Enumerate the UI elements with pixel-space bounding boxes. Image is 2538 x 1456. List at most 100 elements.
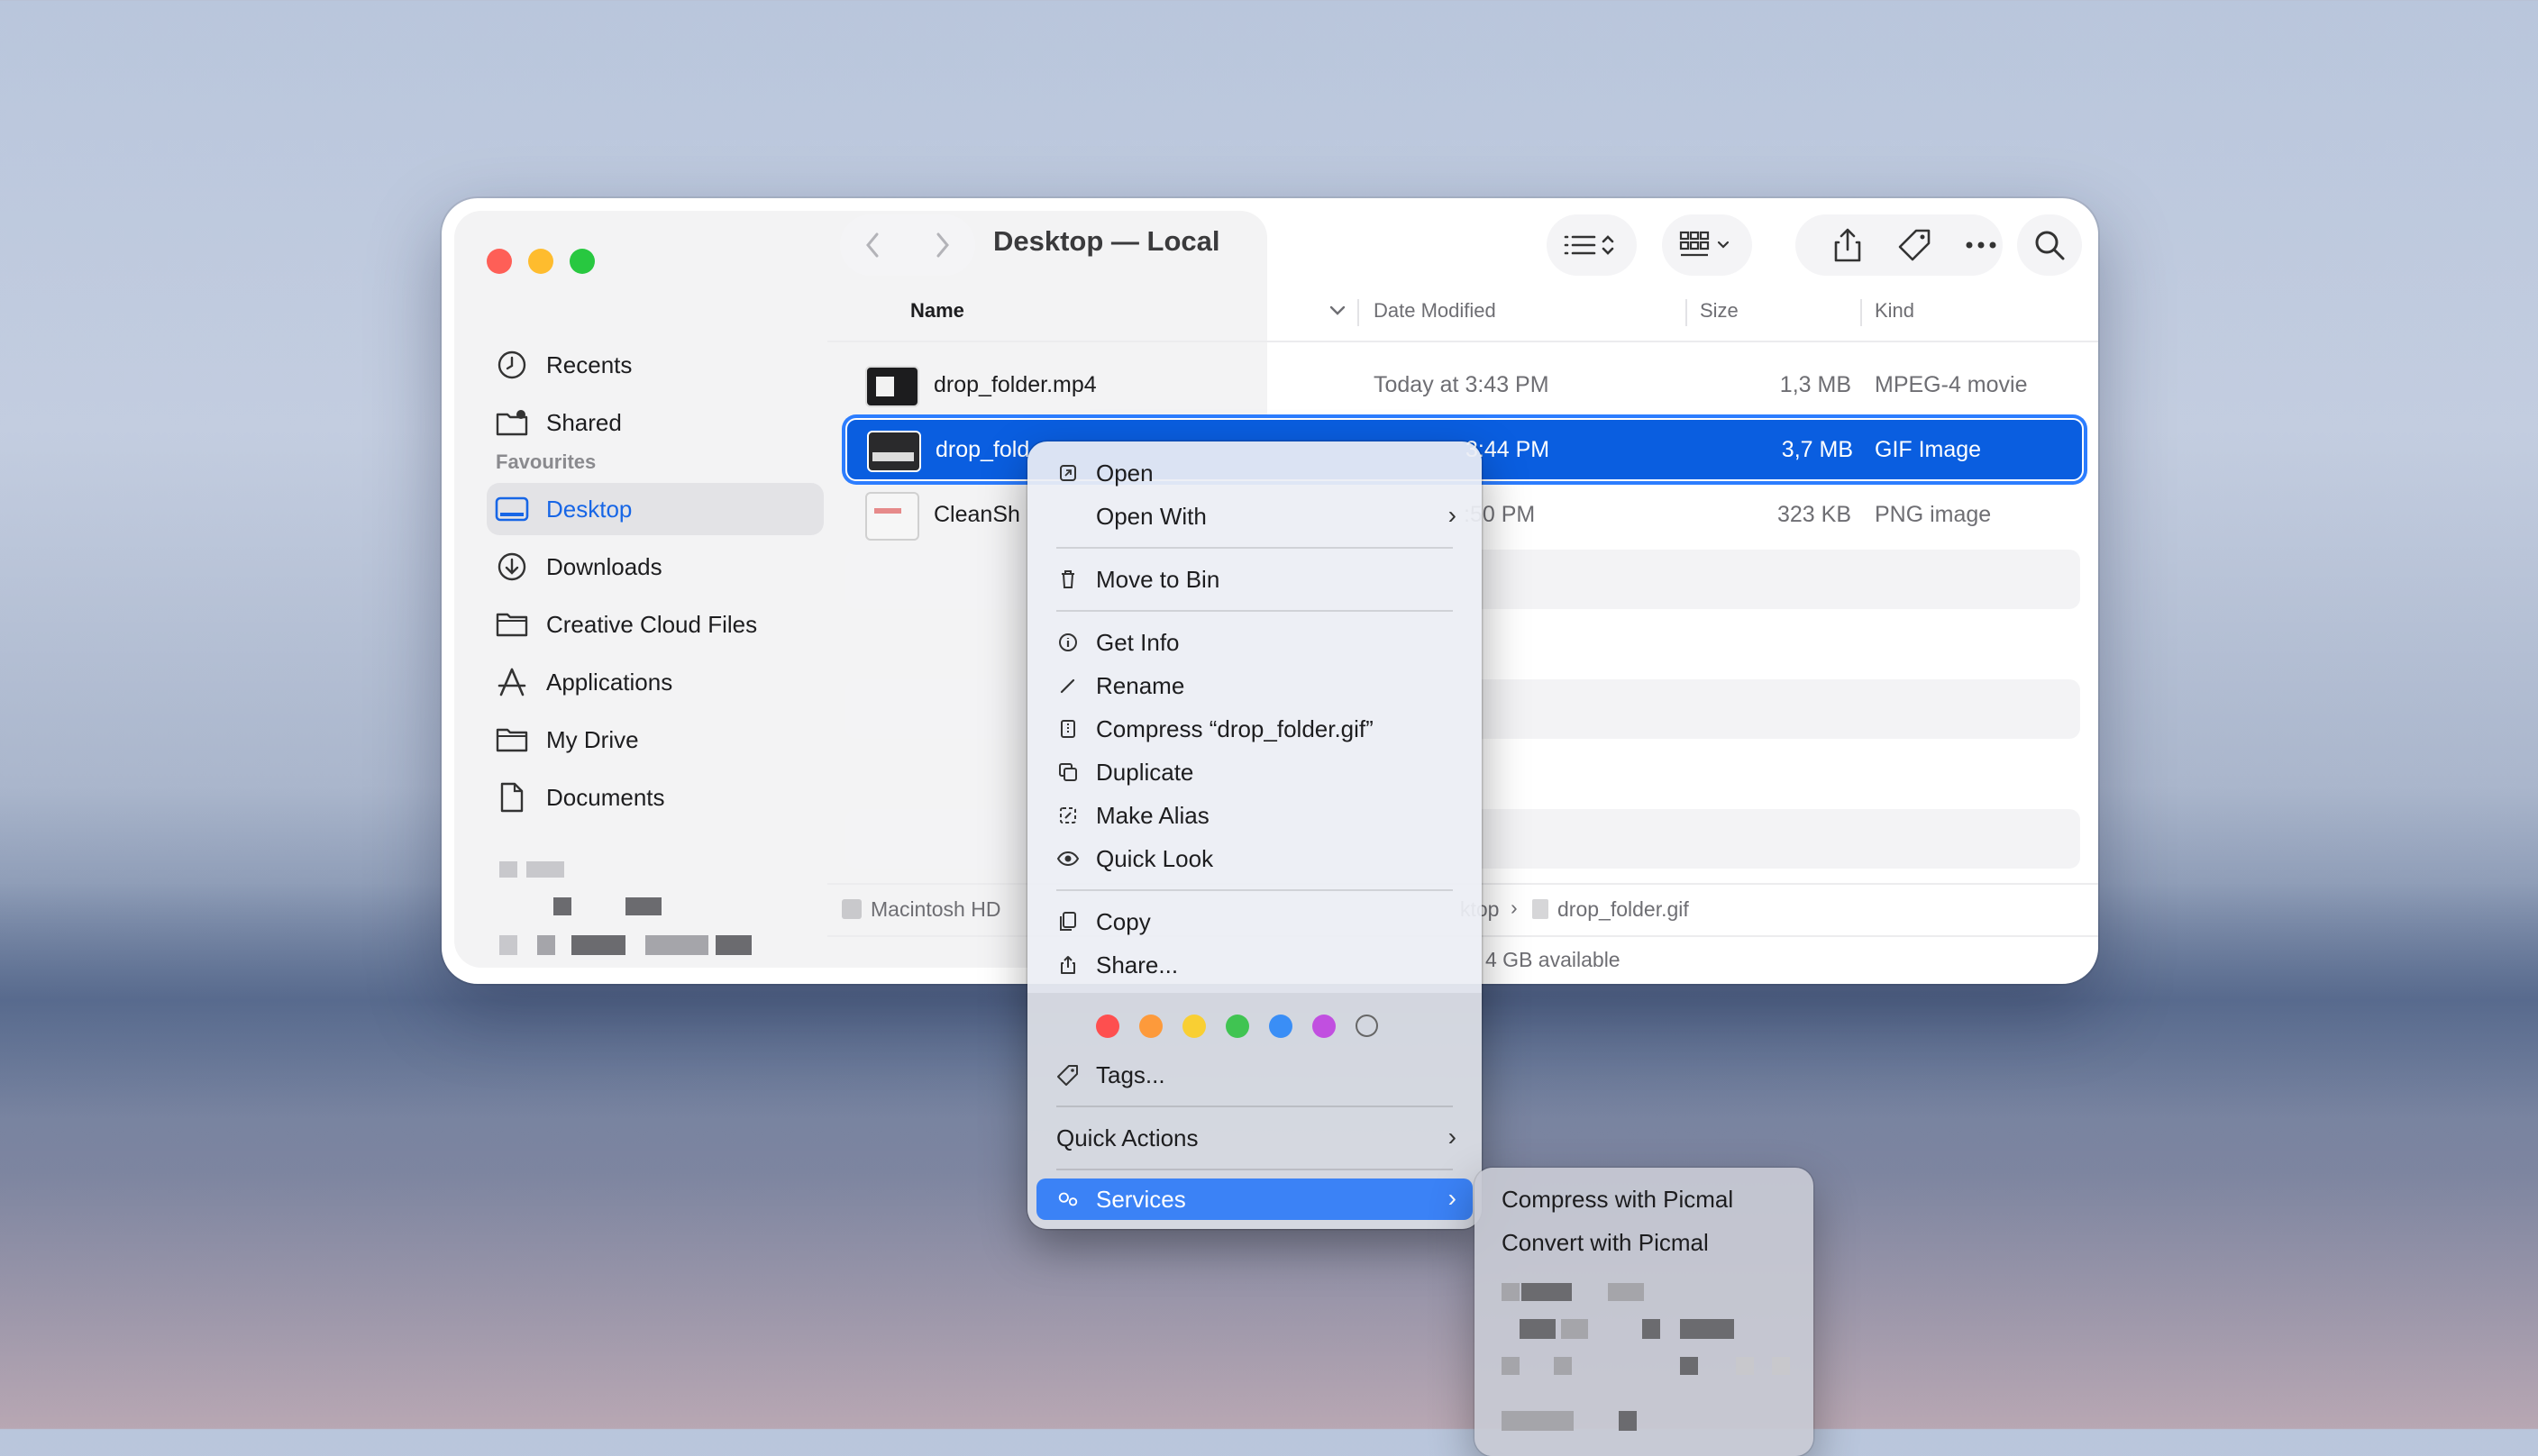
menu-item-open-with[interactable]: Open With › xyxy=(1036,496,1473,537)
chevron-right-icon: › xyxy=(1447,1184,1456,1212)
tag-gray[interactable] xyxy=(1356,1015,1378,1037)
sidebar-item-label: Recents xyxy=(546,350,633,378)
file-name: CleanSh xyxy=(934,502,1020,527)
header-divider xyxy=(827,341,2098,342)
download-icon xyxy=(494,549,530,585)
tag-icon xyxy=(1056,1063,1080,1087)
share-icon xyxy=(1834,228,1861,262)
list-view-button[interactable] xyxy=(1547,214,1637,276)
tag-purple[interactable] xyxy=(1312,1015,1336,1038)
tag-yellow[interactable] xyxy=(1182,1015,1206,1038)
eye-icon xyxy=(1056,851,1080,867)
file-kind: PNG image xyxy=(1875,502,1992,527)
submenu-item-convert-picmal[interactable]: Convert with Picmal xyxy=(1502,1229,1709,1257)
shared-folder-icon xyxy=(494,405,530,441)
grid-group-icon xyxy=(1679,231,1730,257)
menu-item-label: Make Alias xyxy=(1096,801,1210,829)
sidebar-item-documents[interactable]: Documents xyxy=(487,771,811,824)
group-by-button[interactable] xyxy=(1662,214,1752,276)
copy-icon xyxy=(1056,911,1080,933)
menu-item-open[interactable]: Open xyxy=(1036,452,1473,494)
file-size: 3,7 MB xyxy=(1781,437,1853,462)
sidebar-item-creative-cloud-files[interactable]: Creative Cloud Files xyxy=(487,598,811,651)
tag-orange[interactable] xyxy=(1139,1015,1163,1038)
file-date: Today at 3:43 PM xyxy=(1374,372,1549,397)
column-header-size[interactable]: Size xyxy=(1700,299,1739,323)
menu-item-label: Services xyxy=(1096,1185,1186,1213)
disk-icon xyxy=(842,899,862,919)
submenu-item-compress-picmal[interactable]: Compress with Picmal xyxy=(1502,1186,1733,1214)
sidebar-item-my-drive[interactable]: My Drive xyxy=(487,714,811,766)
gif-thumbnail xyxy=(867,431,921,472)
file-size: 323 KB xyxy=(1776,502,1851,527)
menu-item-compress[interactable]: Compress “drop_folder.gif” xyxy=(1036,708,1473,750)
sidebar-item-applications[interactable]: Applications xyxy=(487,656,811,708)
table-row[interactable]: drop_folder.mp4 Today at 3:43 PM 1,3 MB … xyxy=(845,355,2080,414)
menu-item-tags[interactable]: Tags... xyxy=(1036,1054,1473,1096)
pencil-icon xyxy=(1056,677,1080,695)
sidebar-item-label: Downloads xyxy=(546,552,662,580)
tag-green[interactable] xyxy=(1226,1015,1249,1038)
sidebar-item-label: Desktop xyxy=(546,495,633,523)
favourites-header: Favourites xyxy=(496,450,597,473)
menu-item-copy[interactable]: Copy xyxy=(1036,901,1473,942)
window-title: Desktop — Local xyxy=(993,225,1220,257)
menu-item-services[interactable]: Services › xyxy=(1036,1178,1473,1220)
menu-item-label: Compress “drop_folder.gif” xyxy=(1096,714,1374,742)
trash-icon xyxy=(1056,569,1080,589)
path-segment-root[interactable]: Macintosh HD xyxy=(871,897,1000,922)
sort-chevron-icon[interactable] xyxy=(1328,305,1347,322)
applications-icon xyxy=(494,664,530,700)
png-thumbnail xyxy=(865,492,919,541)
file-name: drop_folder.mp4 xyxy=(934,372,1097,397)
archive-icon xyxy=(1056,719,1080,739)
ellipsis-icon xyxy=(1966,241,1996,249)
folder-icon xyxy=(494,606,530,642)
column-header-date[interactable]: Date Modified xyxy=(1374,299,1496,323)
search-button[interactable] xyxy=(2017,214,2082,276)
tag-red[interactable] xyxy=(1096,1015,1119,1038)
tag-blue[interactable] xyxy=(1269,1015,1292,1038)
menu-separator xyxy=(1056,547,1453,549)
document-icon xyxy=(494,779,530,815)
sidebar-item-shared[interactable]: Shared xyxy=(487,396,811,449)
sidebar-item-desktop[interactable]: Desktop xyxy=(487,483,824,535)
path-segment-file[interactable]: drop_folder.gif xyxy=(1557,897,1689,922)
search-icon xyxy=(2035,231,2065,260)
menu-item-label: Open xyxy=(1096,459,1154,487)
forward-button[interactable] xyxy=(912,214,973,276)
close-window-button[interactable] xyxy=(487,249,512,274)
menu-item-quick-look[interactable]: Quick Look xyxy=(1036,838,1473,879)
chevron-right-icon: › xyxy=(1447,501,1456,529)
sidebar-item-recents[interactable]: Recents xyxy=(487,339,811,391)
back-button[interactable] xyxy=(842,214,903,276)
column-header-name[interactable]: Name xyxy=(910,299,964,323)
zoom-window-button[interactable] xyxy=(570,249,595,274)
menu-item-quick-actions[interactable]: Quick Actions › xyxy=(1036,1117,1473,1159)
menu-item-label: Open With xyxy=(1096,502,1207,530)
menu-item-rename[interactable]: Rename xyxy=(1036,665,1473,706)
menu-item-get-info[interactable]: Get Info xyxy=(1036,622,1473,663)
menu-item-move-to-bin[interactable]: Move to Bin xyxy=(1036,559,1473,600)
minimize-window-button[interactable] xyxy=(528,249,553,274)
file-icon xyxy=(1532,899,1548,919)
sidebar-item-downloads[interactable]: Downloads xyxy=(487,541,811,593)
context-menu: Open Open With › Move to Bin Get Info Re… xyxy=(1027,441,1482,1229)
column-divider xyxy=(1685,299,1687,326)
folder-icon xyxy=(494,722,530,758)
menu-item-duplicate[interactable]: Duplicate xyxy=(1036,751,1473,793)
clock-icon xyxy=(494,347,530,383)
more-button[interactable] xyxy=(1950,214,2012,276)
menu-item-label: Duplicate xyxy=(1096,758,1194,786)
open-icon xyxy=(1056,464,1080,482)
menu-item-share[interactable]: Share... xyxy=(1036,944,1473,986)
sidebar-item-label: Creative Cloud Files xyxy=(546,610,758,638)
menu-item-label: Rename xyxy=(1096,671,1185,699)
menu-item-make-alias[interactable]: Make Alias xyxy=(1036,795,1473,836)
file-size: 1,3 MB xyxy=(1779,372,1851,397)
share-button[interactable] xyxy=(1817,214,1878,276)
menu-item-label: Copy xyxy=(1096,907,1151,935)
tag-button[interactable] xyxy=(1884,214,1945,276)
column-header-kind[interactable]: Kind xyxy=(1875,299,1914,323)
services-submenu: Compress with Picmal Convert with Picmal xyxy=(1474,1168,1813,1456)
